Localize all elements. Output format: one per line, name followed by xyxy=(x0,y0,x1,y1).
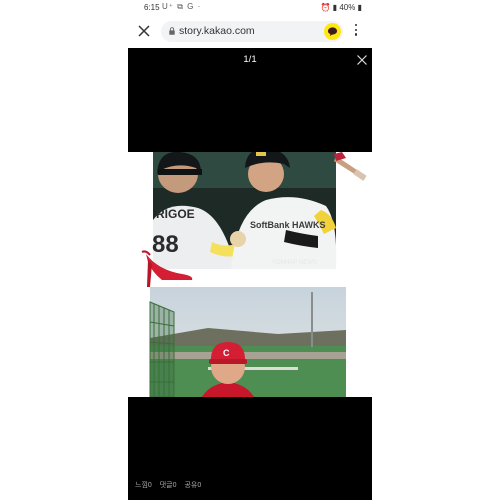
chat-bubble-icon xyxy=(327,27,338,36)
collage-illustration: RIGOE 88 SoftBank HAWKS YONHAP NEWS C xyxy=(128,152,372,397)
footer-stats: 느낌0 댓글0 공유0 xyxy=(135,480,207,490)
status-bar: 6:15 U⁺ ⧉ G · ⏰ ▮ 40% ▮ xyxy=(128,0,372,15)
close-icon[interactable] xyxy=(137,24,151,38)
battery-percent: 40% xyxy=(339,3,356,12)
photo-baseball-players: RIGOE 88 SoftBank HAWKS YONHAP NEWS xyxy=(152,152,337,269)
jersey-name-text: RIGOE xyxy=(156,207,195,221)
page-counter: 1/1 xyxy=(243,54,257,65)
jersey-number-text: 88 xyxy=(152,231,179,258)
photo-baseball-field: C xyxy=(149,287,346,397)
url-bar[interactable]: story.kakao.com xyxy=(161,21,343,42)
status-time: 6:15 xyxy=(144,3,160,12)
comments-count[interactable]: 댓글0 xyxy=(160,482,177,489)
url-text: story.kakao.com xyxy=(179,25,255,37)
story-image[interactable]: RIGOE 88 SoftBank HAWKS YONHAP NEWS C xyxy=(128,152,372,397)
lock-icon xyxy=(169,27,175,35)
cap-logo-text: C xyxy=(223,348,230,358)
more-options-button[interactable] xyxy=(353,24,359,38)
signal-icon: ▮ xyxy=(332,3,338,12)
browser-toolbar: story.kakao.com xyxy=(128,15,372,48)
backstop-net xyxy=(149,301,175,397)
status-right: ⏰ ▮ 40% ▮ xyxy=(321,3,363,12)
viewer-close-icon[interactable] xyxy=(356,54,368,66)
feelings-count[interactable]: 느낌0 xyxy=(135,482,152,489)
kakaotalk-share-button[interactable] xyxy=(324,23,341,40)
shares-count[interactable]: 공유0 xyxy=(184,482,201,489)
battery-icon: ▮ xyxy=(357,3,362,12)
alarm-icon: ⏰ xyxy=(320,3,331,12)
photo-viewer: 1/1 RIGOE 88 SoftBank HAWKS YONHAP NEWS … xyxy=(128,48,372,500)
watermark-text: YONHAP NEWS xyxy=(272,260,317,266)
jersey-front-text: SoftBank HAWKS xyxy=(250,220,326,230)
notification-icons: U⁺ ⧉ G · xyxy=(162,2,202,11)
